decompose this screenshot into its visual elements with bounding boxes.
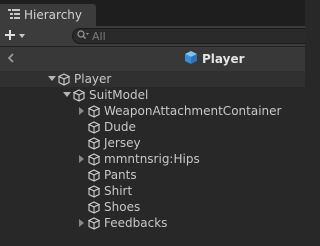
tab-bar: Hierarchy <box>0 0 305 26</box>
tree-item-label: SuitModel <box>89 88 149 102</box>
hierarchy-window: Hierarchy All Player Player SuitModel We… <box>0 0 305 246</box>
search-input[interactable] <box>92 29 272 43</box>
gameobject-cube-icon <box>87 183 101 199</box>
tree-item-suitmodel[interactable]: SuitModel <box>0 87 305 103</box>
prefab-cube-icon <box>184 50 198 68</box>
gameobject-cube-icon <box>87 119 101 135</box>
collapse-arrow-icon[interactable] <box>77 151 87 167</box>
gameobject-cube-icon <box>72 87 86 103</box>
tree-item-label: Shoes <box>104 200 141 214</box>
tree-item-label: Jersey <box>104 136 141 150</box>
tree-item-label: mmntnsrig:Hips <box>104 152 200 166</box>
tree-item-mmntnsrig-hips[interactable]: mmntnsrig:Hips <box>0 151 305 167</box>
tree-item-dude[interactable]: Dude <box>0 119 305 135</box>
tab-hierarchy[interactable]: Hierarchy <box>0 4 96 26</box>
search-field[interactable] <box>72 28 305 44</box>
tree-item-label: Pants <box>104 168 137 182</box>
gameobject-cube-icon <box>87 135 101 151</box>
plus-icon <box>4 29 16 44</box>
tree-item-label: Dude <box>104 120 136 134</box>
gameobject-cube-icon <box>87 167 101 183</box>
collapse-arrow-icon[interactable] <box>77 103 87 119</box>
tree-item-label: Feedbacks <box>104 216 168 230</box>
tab-label: Hierarchy <box>24 8 83 22</box>
prefab-mode-header: Player <box>0 47 305 72</box>
back-button[interactable] <box>4 51 18 67</box>
tree-item-label: Player <box>74 72 112 86</box>
gameobject-cube-icon <box>57 71 71 87</box>
tree-item-feedbacks[interactable]: Feedbacks <box>0 215 305 231</box>
tree-item-player[interactable]: Player <box>0 71 305 87</box>
caret-down-icon <box>18 29 26 43</box>
tree-item-shoes[interactable]: Shoes <box>0 199 305 215</box>
search-icon <box>77 29 89 43</box>
gameobject-cube-icon <box>87 199 101 215</box>
tree-item-label: Shirt <box>104 184 133 198</box>
hierarchy-tree: Player SuitModel WeaponAttachmentContain… <box>0 71 305 231</box>
tree-item-pants[interactable]: Pants <box>0 167 305 183</box>
prefab-title-label: Player <box>202 52 245 66</box>
expand-arrow-icon[interactable] <box>62 87 72 103</box>
tree-item-label: WeaponAttachmentContainer <box>104 104 282 118</box>
tree-item-shirt[interactable]: Shirt <box>0 183 305 199</box>
expand-arrow-icon[interactable] <box>47 71 57 87</box>
hierarchy-toolbar <box>0 26 305 47</box>
collapse-arrow-icon[interactable] <box>77 215 87 231</box>
tree-item-jersey[interactable]: Jersey <box>0 135 305 151</box>
hierarchy-list-icon <box>8 8 20 23</box>
gameobject-cube-icon <box>87 151 101 167</box>
gameobject-cube-icon <box>87 215 101 231</box>
tree-item-weaponattachmentcontainer[interactable]: WeaponAttachmentContainer <box>0 103 305 119</box>
chevron-left-icon <box>7 52 15 66</box>
prefab-title: Player <box>184 50 245 68</box>
create-button[interactable] <box>4 27 34 45</box>
gameobject-cube-icon <box>87 103 101 119</box>
